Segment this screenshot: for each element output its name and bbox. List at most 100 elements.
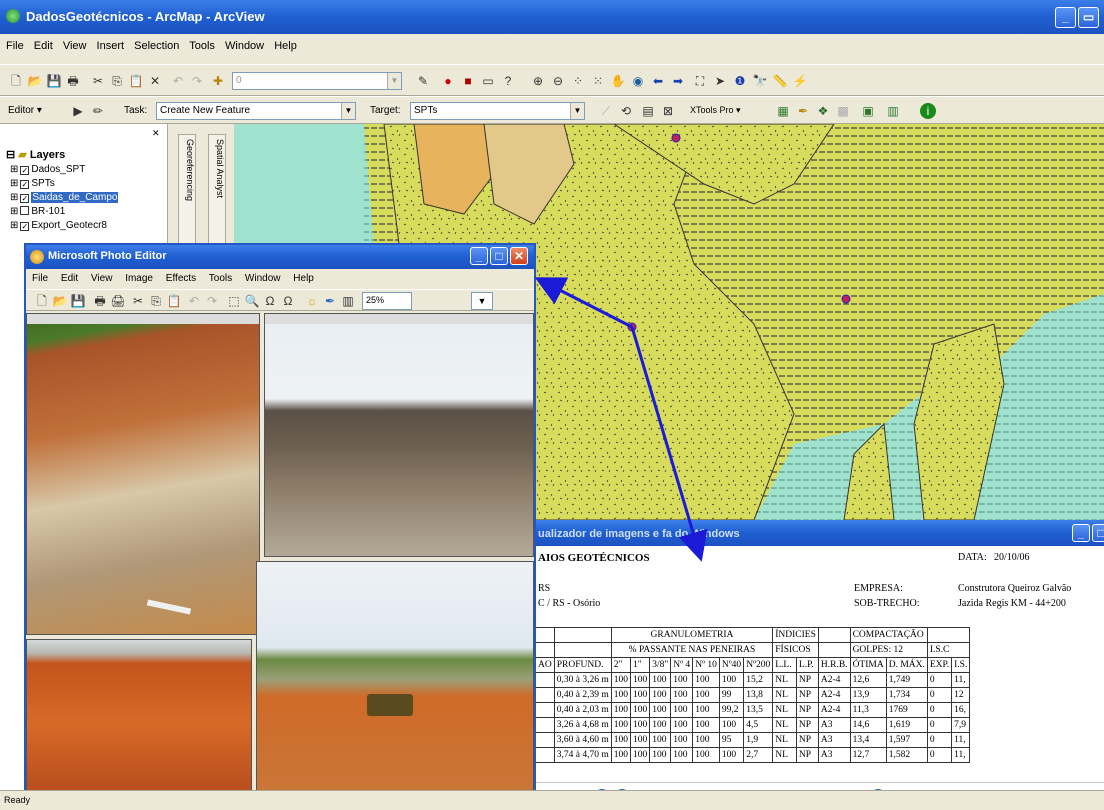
layer-checkbox[interactable]: [20, 206, 30, 215]
paste-icon[interactable]: 📋: [166, 293, 182, 309]
menu-help[interactable]: Help: [274, 40, 297, 52]
editor-menu[interactable]: Editor ▾: [8, 105, 42, 116]
viewer-maximize-button[interactable]: □: [1092, 524, 1104, 542]
open-folder-icon[interactable]: 📂: [27, 73, 43, 89]
forward-extent-icon[interactable]: ➡: [670, 73, 686, 89]
map-scale-combo[interactable]: 0 ▼: [232, 72, 402, 90]
menu-file[interactable]: File: [6, 40, 24, 52]
save-icon[interactable]: 💾: [46, 73, 62, 89]
arc-toolbox-icon[interactable]: ●: [440, 73, 456, 89]
pencil-tool-icon[interactable]: ✒: [795, 103, 811, 119]
find-icon[interactable]: 🔭: [752, 73, 768, 89]
whats-this-icon[interactable]: ?: [500, 73, 516, 89]
edit-tool-icon[interactable]: ▶: [70, 103, 86, 119]
photo-menu-file[interactable]: File: [32, 273, 48, 284]
photo-editor-title-bar[interactable]: Microsoft Photo Editor _ □ ✕: [26, 245, 534, 269]
back-extent-icon[interactable]: ⬅: [650, 73, 666, 89]
save-icon[interactable]: 💾: [70, 293, 86, 309]
measure-icon[interactable]: 📏: [772, 73, 788, 89]
chevron-down-icon[interactable]: ▼: [471, 292, 493, 310]
zoom-icon[interactable]: 🔍: [244, 293, 260, 309]
photo-site-machine[interactable]: [256, 561, 534, 807]
layer-dados-spt[interactable]: ⊞ ✓ Dados_SPT: [10, 164, 85, 175]
add-data-icon[interactable]: ✚: [210, 73, 226, 89]
editor-toolbar-icon[interactable]: ✎: [415, 73, 431, 89]
photo-menu-window[interactable]: Window: [245, 273, 281, 284]
target-combo[interactable]: SPTs ▼: [410, 102, 585, 120]
menu-view[interactable]: View: [63, 40, 87, 52]
zoom-in-icon[interactable]: ⊕: [530, 73, 546, 89]
close-icon[interactable]: ✕: [152, 128, 160, 139]
photo-menu-view[interactable]: View: [91, 273, 113, 284]
zoom-out-icon[interactable]: ⊖: [550, 73, 566, 89]
minimize-button[interactable]: _: [1055, 7, 1076, 28]
layer-export-geotecr8[interactable]: ⊞ ✓ Export_Geotecr8: [10, 220, 107, 231]
photo-menu-help[interactable]: Help: [293, 273, 314, 284]
select-icon[interactable]: ⬚: [226, 293, 242, 309]
photo-menu-image[interactable]: Image: [125, 273, 153, 284]
fixed-zoom-out-icon[interactable]: ⁙: [590, 73, 606, 89]
sharpen-icon[interactable]: ✒: [322, 293, 338, 309]
sketch-tool-icon[interactable]: ✏: [90, 103, 106, 119]
raster-icon[interactable]: ▣: [860, 103, 876, 119]
layer-spts[interactable]: ⊞ ✓ SPTs: [10, 178, 55, 189]
select-features-icon[interactable]: ⛶: [692, 73, 708, 89]
smudge-icon[interactable]: Ω: [280, 293, 296, 309]
menu-tools[interactable]: Tools: [189, 40, 215, 52]
menu-insert[interactable]: Insert: [97, 40, 125, 52]
grid-tool-icon[interactable]: ▩: [835, 103, 851, 119]
scan-icon[interactable]: 🖨: [110, 293, 126, 309]
layer-tool-icon[interactable]: ❖: [815, 103, 831, 119]
menu-edit[interactable]: Edit: [34, 40, 53, 52]
photo-editor-window[interactable]: Microsoft Photo Editor _ □ ✕ File Edit V…: [24, 243, 536, 810]
hyperlink-icon[interactable]: ⚡: [792, 73, 808, 89]
sketch-properties-icon[interactable]: ⊠: [660, 103, 676, 119]
fixed-zoom-in-icon[interactable]: ⁘: [570, 73, 586, 89]
image-viewer-window[interactable]: ualizador de imagens e fa do Windows _ □…: [536, 520, 1104, 810]
redo-icon[interactable]: ↷: [189, 73, 205, 89]
full-extent-icon[interactable]: ◉: [630, 73, 646, 89]
layers-root[interactable]: ⊟ ▰ Layers: [6, 148, 65, 161]
rotate-tool-icon[interactable]: ⟲: [618, 103, 634, 119]
layer-checkbox[interactable]: ✓: [20, 166, 30, 175]
menu-window[interactable]: Window: [225, 40, 264, 52]
layer-br-101[interactable]: ⊞ BR-101: [10, 206, 65, 217]
open-folder-icon[interactable]: 📂: [52, 293, 68, 309]
zoom-combo[interactable]: 25%: [362, 292, 412, 310]
print-icon[interactable]: 🖶: [92, 293, 108, 309]
new-document-icon[interactable]: 🗋: [34, 293, 50, 309]
identify-icon[interactable]: ❶: [732, 73, 748, 89]
viewer-minimize-button[interactable]: _: [1072, 524, 1090, 542]
photo-quarry-wall[interactable]: [264, 313, 534, 557]
photo-soil-cliff[interactable]: [26, 313, 260, 635]
viewer-title-bar[interactable]: ualizador de imagens e fa do Windows _ □: [536, 520, 1104, 546]
table-icon[interactable]: ▦: [775, 103, 791, 119]
photo-minimize-button[interactable]: _: [470, 247, 488, 265]
copy-icon[interactable]: ⎘: [109, 73, 125, 89]
undo-icon[interactable]: ↶: [186, 293, 202, 309]
photo-menu-edit[interactable]: Edit: [61, 273, 78, 284]
text-icon[interactable]: Ω: [262, 293, 278, 309]
undo-icon[interactable]: ↶: [170, 73, 186, 89]
split-tool-icon[interactable]: ⟋: [598, 103, 614, 119]
tab-georeferencing[interactable]: Georeferencing: [178, 134, 196, 254]
transparency-icon[interactable]: ▥: [340, 293, 356, 309]
photo-maximize-button[interactable]: □: [490, 247, 508, 265]
pan-icon[interactable]: ✋: [610, 73, 626, 89]
cut-icon[interactable]: ✂: [90, 73, 106, 89]
photo-menu-effects[interactable]: Effects: [166, 273, 196, 284]
paste-icon[interactable]: 📋: [128, 73, 144, 89]
command-line-icon[interactable]: ▭: [480, 73, 496, 89]
attributes-icon[interactable]: ▤: [640, 103, 656, 119]
layout-icon[interactable]: ▥: [885, 103, 901, 119]
tab-spatial-analyst[interactable]: Spatial Analyst: [208, 134, 226, 254]
info-icon[interactable]: i: [920, 103, 936, 119]
layer-checkbox[interactable]: ✓: [20, 194, 30, 203]
balance-icon[interactable]: ☼: [304, 293, 320, 309]
arcmap-title-bar[interactable]: DadosGeotécnicos - ArcMap - ArcView _ ▭: [0, 0, 1104, 34]
task-combo[interactable]: Create New Feature ▼: [156, 102, 356, 120]
photo-orange-cut[interactable]: [26, 639, 252, 807]
xtools-pro-menu[interactable]: XTools Pro ▾: [690, 105, 741, 116]
layer-saidas-de-campo[interactable]: ⊞ ✓ Saidas_de_Campo: [10, 192, 119, 203]
select-elements-icon[interactable]: ➤: [712, 73, 728, 89]
